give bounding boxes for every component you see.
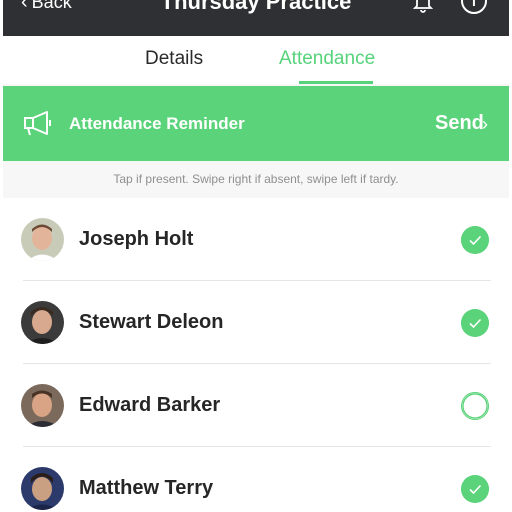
list-item[interactable]: Matthew Terry	[3, 447, 509, 512]
app-screen: ‹ Back Thursday Practice i Details Atten…	[3, 0, 509, 512]
attendance-list: Joseph Holt Stewart Deleon Edward Barker…	[3, 198, 509, 512]
reminder-label: Attendance Reminder	[69, 114, 245, 133]
megaphone-icon	[24, 111, 51, 136]
bell-icon[interactable]	[411, 0, 435, 14]
check-icon[interactable]	[461, 475, 489, 503]
instruction-text: Tap if present. Swipe right if absent, s…	[113, 172, 399, 186]
nav-bar: ‹ Back Thursday Practice i	[3, 0, 509, 36]
list-item[interactable]: Stewart Deleon	[3, 281, 509, 364]
list-item[interactable]: Joseph Holt	[3, 198, 509, 281]
player-name: Stewart Deleon	[79, 311, 224, 333]
avatar	[21, 301, 64, 344]
avatar	[21, 467, 64, 510]
attendance-reminder-banner[interactable]: Attendance Reminder Send ›	[3, 86, 509, 161]
check-icon[interactable]	[461, 309, 489, 337]
player-name: Matthew Terry	[79, 477, 214, 499]
tab-bar: Details Attendance	[3, 36, 509, 84]
avatar	[21, 384, 64, 427]
check-icon[interactable]	[461, 226, 489, 254]
player-name: Joseph Holt	[79, 228, 194, 250]
active-tab-indicator	[299, 81, 373, 84]
avatar	[21, 218, 64, 261]
list-item[interactable]: Edward Barker	[3, 364, 509, 447]
chevron-right-icon: ›	[482, 114, 488, 134]
player-name: Edward Barker	[79, 394, 221, 416]
tab-attendance[interactable]: Attendance	[279, 48, 375, 70]
tab-details[interactable]: Details	[145, 48, 203, 70]
check-icon[interactable]	[461, 392, 489, 420]
send-button[interactable]: Send	[435, 112, 484, 135]
